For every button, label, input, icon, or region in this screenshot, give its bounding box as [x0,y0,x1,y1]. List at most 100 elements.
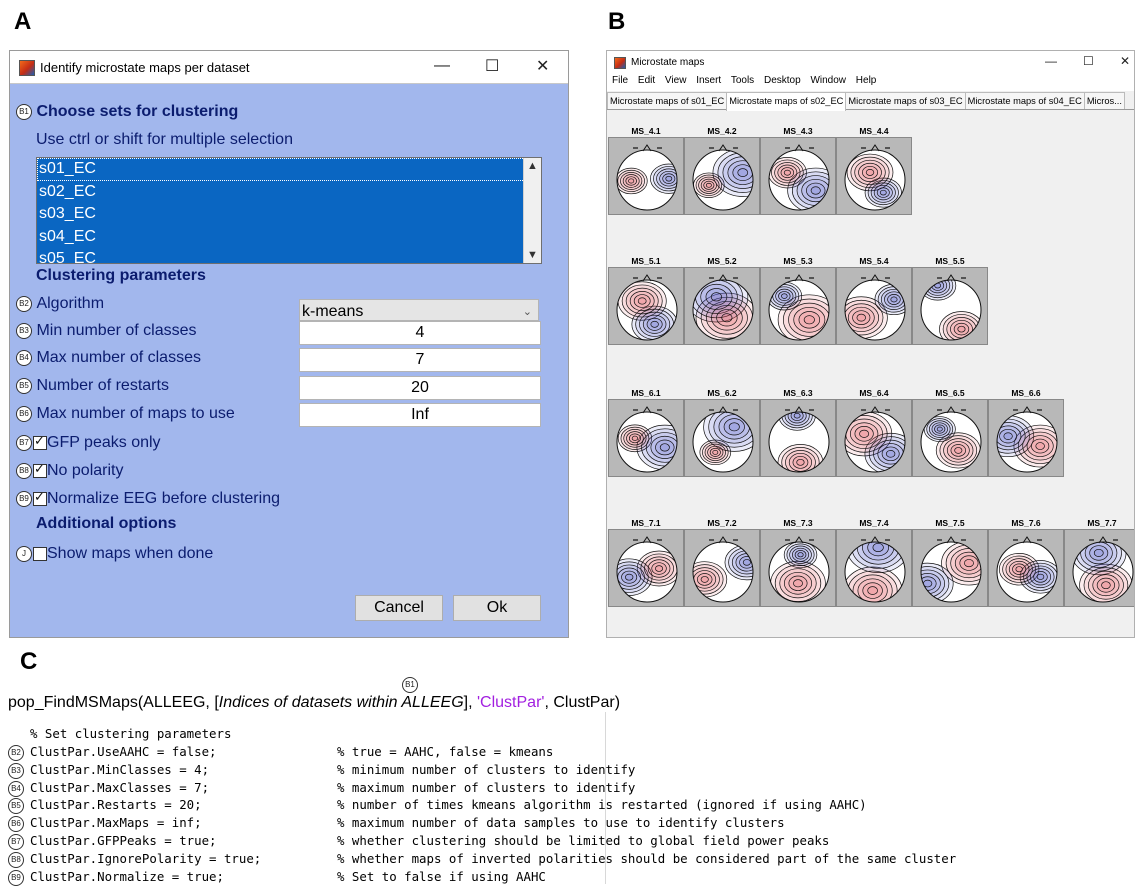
microstate-maps-window: Microstate maps — ☐ ✕ File Edit View Ins… [606,50,1135,638]
code-badge-icon: B3 [8,762,24,779]
maximize-button[interactable]: ☐ [1083,54,1094,68]
map-label: MS_7.1 [631,518,661,528]
code-statement: ClustPar.MinClasses = 4; [30,761,210,777]
map-label: MS_6.5 [935,388,965,398]
scroll-down-icon[interactable]: ▼ [527,249,538,261]
panel-letter-b: B [608,8,626,35]
dataset-item[interactable]: s04_EC [37,225,541,248]
code-badge-icon: B4 [8,780,24,797]
dataset-item[interactable]: s03_EC [37,203,541,226]
minimize-button[interactable]: — [434,57,450,75]
microstate-map [836,267,912,345]
code-badge-icon: B2 [8,745,24,761]
tab-s02[interactable]: Microstate maps of s02_EC [726,92,847,111]
map-label: MS_6.1 [631,388,661,398]
ok-button[interactable]: Ok [453,595,541,621]
code-statement: ClustPar.GFPPeaks = true; [30,833,217,848]
map-label: MS_5.3 [783,256,813,266]
max-classes-row: B4 Max number of classes [16,349,201,367]
topomap-graphic [844,274,906,341]
badge-b5-icon: B5 [16,378,32,394]
map-label: MS_7.6 [1011,518,1041,528]
menu-item-file[interactable]: File [612,75,628,86]
gfp-peaks-row[interactable]: B7 GFP peaks only [16,433,161,452]
normalize-row[interactable]: B9 Normalize EEG before clustering [16,489,280,508]
menu-item-window[interactable]: Window [810,75,846,86]
microstate-map [1064,529,1134,607]
gfp-peaks-checkbox[interactable] [33,433,47,450]
code-badge-icon: B6 [8,816,24,833]
dataset-item[interactable]: s01_EC [37,158,541,181]
topomap-graphic [768,536,830,603]
close-button[interactable]: ✕ [536,56,549,76]
minimize-button[interactable]: — [1045,54,1057,68]
code-comment: % minimum number of clusters to identify [337,761,636,777]
max-maps-input[interactable]: Inf [299,403,541,427]
topomap-graphic [1072,536,1134,603]
microstate-map [836,529,912,607]
code-line: ClustPar.UseAAHC = false; [30,744,217,759]
menu-item-help[interactable]: Help [856,75,877,86]
cancel-button[interactable]: Cancel [355,595,443,621]
min-classes-label: Min number of classes [36,322,197,339]
tab-s04[interactable]: Microstate maps of s04_EC [964,92,1085,109]
microstate-map [608,399,684,477]
map-label: MS_4.4 [859,126,889,136]
close-button[interactable]: ✕ [1120,54,1130,68]
dialog-title: Identify microstate maps per dataset [40,60,250,75]
normalize-checkbox[interactable] [33,489,47,506]
code-statement: ClustPar.Normalize = true; [30,868,224,884]
tab-s03[interactable]: Microstate maps of s03_EC [845,92,966,109]
dataset-item[interactable]: s02_EC [37,180,541,203]
sig-string: 'ClustPar' [476,694,545,711]
microstate-map [608,529,684,607]
matlab-logo-icon [19,60,35,76]
topomap-graphic [692,536,754,603]
additional-options-heading: Additional options [36,515,177,532]
max-classes-input[interactable]: 7 [299,348,541,372]
show-maps-row[interactable]: J Show maps when done [16,545,213,563]
topomap-graphic [844,406,906,473]
no-polarity-row[interactable]: B8 No polarity [16,461,123,480]
function-signature: pop_FindMSMaps(ALLEEG, [Indices of datas… [8,694,620,712]
microstate-map [684,267,760,345]
dataset-item[interactable]: s05_EC [37,248,541,263]
badge-b1-icon: B1 [16,104,32,120]
tab-s01[interactable]: Microstate maps of s01_EC [607,92,728,109]
choose-sets-row: B1 Choose sets for clustering [16,103,238,121]
map-label: MS_5.4 [859,256,889,266]
dataset-listbox[interactable]: s01_EC s02_EC s03_EC s04_EC s05_EC ▲ ▼ [36,157,542,264]
scroll-up-icon[interactable]: ▲ [527,160,538,172]
map-label: MS_7.4 [859,518,889,528]
listbox-scrollbar[interactable]: ▲ ▼ [523,158,541,263]
map-label: MS_6.4 [859,388,889,398]
menu-item-insert[interactable]: Insert [696,75,721,86]
topomap-graphic [768,406,830,473]
menu-item-view[interactable]: View [665,75,687,86]
show-maps-checkbox[interactable] [33,547,47,561]
topomap-graphic [692,144,754,211]
restarts-input[interactable]: 20 [299,376,541,400]
map-label: MS_7.2 [707,518,737,528]
menu-item-tools[interactable]: Tools [731,75,754,86]
menu-item-desktop[interactable]: Desktop [764,75,801,86]
microstate-map [760,137,836,215]
topomap-graphic [616,536,678,603]
min-classes-row: B3 Min number of classes [16,322,197,340]
tab-more[interactable]: Micros... [1083,92,1125,109]
topomap-graphic [692,406,754,473]
max-maps-row: B6 Max number of maps to use [16,405,235,423]
maximize-button[interactable]: ☐ [485,56,499,76]
algorithm-label: Algorithm [36,295,105,312]
map-label: MS_5.1 [631,256,661,266]
show-maps-label: Show maps when done [47,545,214,562]
choose-sets-heading: Choose sets for clustering [36,103,239,120]
no-polarity-checkbox[interactable] [33,461,47,478]
code-comment: % number of times kmeans algorithm is re… [337,797,867,813]
code-badge-icon: B5 [8,798,24,815]
min-classes-input[interactable]: 4 [299,321,541,345]
algorithm-select[interactable]: k-means ⌄ [299,299,539,321]
topomap-graphic [616,406,678,473]
topomap-graphic [844,144,906,211]
menu-item-edit[interactable]: Edit [638,75,655,86]
